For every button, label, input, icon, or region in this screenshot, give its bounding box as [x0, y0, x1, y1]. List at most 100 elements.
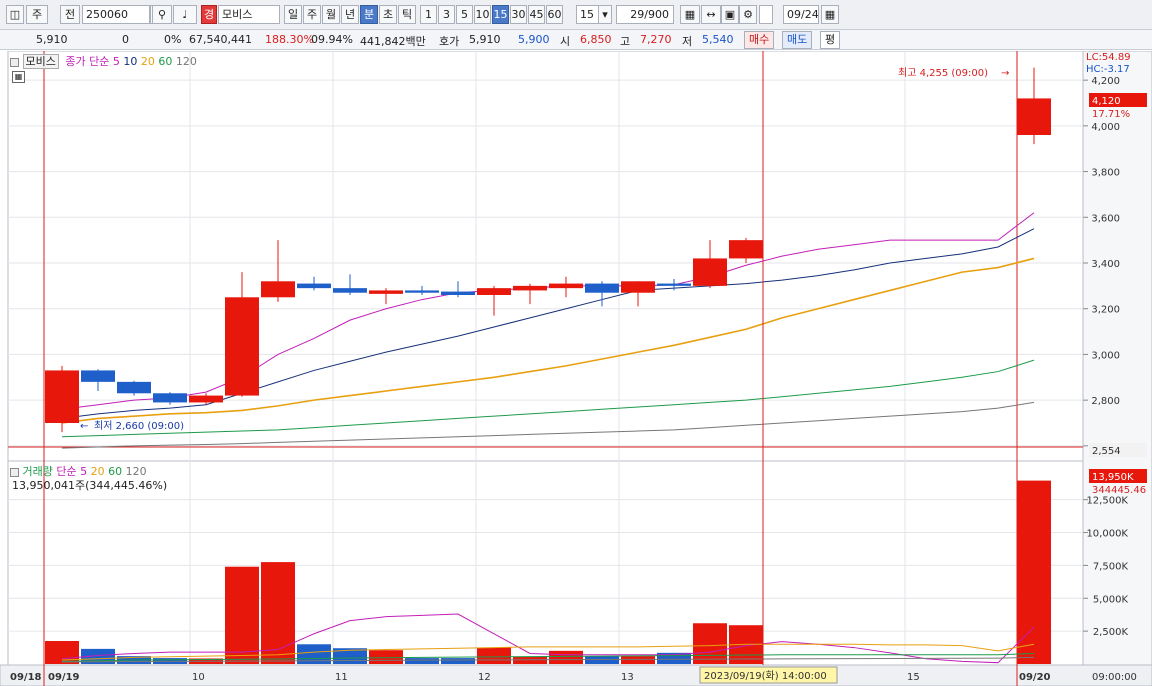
date-checkbox[interactable]	[759, 5, 773, 24]
save-icon[interactable]: ▣	[721, 5, 739, 24]
candle	[45, 370, 79, 423]
volume-info: 13,950,041주(344,445.46%)	[12, 479, 168, 492]
last-volume-tag: 13,950K	[1092, 472, 1134, 483]
calendar-icon[interactable]: ▦	[821, 5, 839, 24]
price-tick-label: 3,400	[1091, 259, 1120, 270]
volume-menu-icon[interactable]	[10, 467, 19, 477]
price-legend: 모비스 종가 단순 5 10 20 60 120	[10, 53, 197, 69]
interval-tab-0[interactable]: 1	[420, 5, 437, 24]
change-pct: 0%	[164, 33, 182, 46]
buy-button[interactable]: 매수	[744, 31, 775, 49]
x-axis-label: 09/18	[10, 672, 42, 683]
max-arrow-icon: →	[1001, 68, 1009, 79]
interval-tab-7[interactable]: 60	[546, 5, 563, 24]
max-price-label: 최고 4,255 (09:00)	[898, 67, 988, 79]
market-select[interactable]: 전	[60, 5, 80, 24]
volume-bar	[693, 623, 727, 664]
interval-tab-3[interactable]: 10	[474, 5, 491, 24]
period-tab-1[interactable]: 주	[303, 5, 321, 24]
price-panel-name[interactable]: 모비스	[22, 54, 59, 69]
candle	[81, 370, 115, 382]
x-axis-label: 10	[192, 672, 205, 683]
price-tick-label: 3,800	[1091, 168, 1120, 179]
interval-tab-4[interactable]: 15	[492, 5, 509, 24]
period-tab-5[interactable]: 초	[379, 5, 397, 24]
stock-chart[interactable]: 최고 4,255 (09:00) → ← 최저 2,660 (09:00) 4,200…	[0, 51, 1152, 686]
volume-tick-label: 5,000K	[1093, 594, 1129, 605]
interval-tab-2[interactable]: 5	[456, 5, 473, 24]
candle	[117, 381, 151, 394]
x-axis-label: 09/20	[1019, 672, 1051, 683]
chart-menu-icon[interactable]: ◫	[6, 5, 24, 24]
interval-tab-5[interactable]: 30	[510, 5, 527, 24]
period-tab-6[interactable]: 틱	[398, 5, 416, 24]
interval-dropdown-icon[interactable]: ▾	[598, 5, 612, 24]
stock-name-field[interactable]: 모비스	[218, 5, 280, 24]
volume-bar	[441, 658, 475, 664]
candle	[1017, 98, 1051, 135]
interval-tab-1[interactable]: 3	[438, 5, 455, 24]
low-label: 저	[682, 35, 693, 48]
volume-panel	[7, 460, 1084, 666]
candle	[441, 291, 475, 295]
count-value: 29	[630, 8, 645, 21]
candle	[225, 297, 259, 396]
candle	[261, 281, 295, 298]
ma60-legend: 60	[158, 55, 173, 68]
x-axis-label: 12	[478, 672, 491, 683]
x-axis-label: 15	[907, 672, 920, 683]
type-select[interactable]: 주	[26, 5, 48, 24]
low-value: 5,540	[702, 33, 734, 46]
period-tab-2[interactable]: 월	[322, 5, 340, 24]
hoga-label: 호가	[439, 35, 460, 48]
ma20-legend: 20	[140, 55, 155, 68]
candle	[369, 290, 403, 294]
period-tab-3[interactable]: 년	[341, 5, 359, 24]
candle	[549, 283, 583, 289]
candle	[405, 290, 439, 293]
x-axis-area	[0, 664, 1152, 686]
volume-bar	[261, 562, 295, 664]
volume-ratio: 188.30%	[265, 33, 314, 46]
volume-bar	[549, 650, 583, 664]
period-tab-0[interactable]: 일	[284, 5, 302, 24]
x-axis-label: 13	[621, 672, 634, 683]
volume-tick-label: 2,500K	[1093, 627, 1129, 638]
price-tick-label: 3,200	[1091, 305, 1120, 316]
min-arrow-icon: ←	[80, 421, 88, 432]
lc-label: LC:54.89	[1086, 52, 1131, 63]
eval-button[interactable]: 평	[820, 31, 841, 49]
volume-tick-label: 7,500K	[1093, 561, 1129, 572]
price-tick-label: 4,200	[1091, 76, 1120, 87]
warning-badge: 경	[201, 5, 217, 24]
code-input[interactable]: 250060	[82, 5, 150, 24]
interval-tab-6[interactable]: 45	[528, 5, 545, 24]
x-axis-label: 11	[335, 672, 348, 683]
current-price: 5,910	[36, 33, 68, 46]
volume-bar	[477, 647, 511, 664]
panel-menu-icon[interactable]	[10, 57, 19, 67]
grid-table-icon[interactable]: ▦	[12, 71, 25, 83]
high-label: 고	[620, 35, 631, 48]
tool-icon[interactable]: ↔	[701, 5, 721, 24]
volume-bar	[1017, 480, 1051, 664]
count-field[interactable]: 29/900	[616, 5, 674, 24]
volume-bar	[621, 656, 655, 664]
indicator-icon[interactable]: ▦	[680, 5, 700, 24]
ma5-legend: 5	[112, 55, 120, 68]
candle	[729, 240, 763, 259]
sound-icon[interactable]: ♩	[173, 5, 197, 24]
date-field[interactable]: 09/24	[783, 5, 819, 24]
trade-amount: 441,842백만	[360, 35, 426, 48]
settings-icon[interactable]: ⚙	[739, 5, 757, 24]
price-tick-label: 4,000	[1091, 122, 1120, 133]
candle	[189, 395, 223, 403]
hoga-value: 5,910	[469, 33, 501, 46]
period-tab-4[interactable]: 분	[360, 5, 378, 24]
time-right-label: 09:00:00	[1092, 672, 1137, 683]
count-total: /900	[644, 8, 669, 21]
sell-button[interactable]: 매도	[782, 31, 813, 49]
change-value: 0	[122, 33, 129, 46]
search-icon[interactable]: ⚲	[152, 5, 172, 24]
price-tick-label: 3,000	[1091, 350, 1120, 361]
